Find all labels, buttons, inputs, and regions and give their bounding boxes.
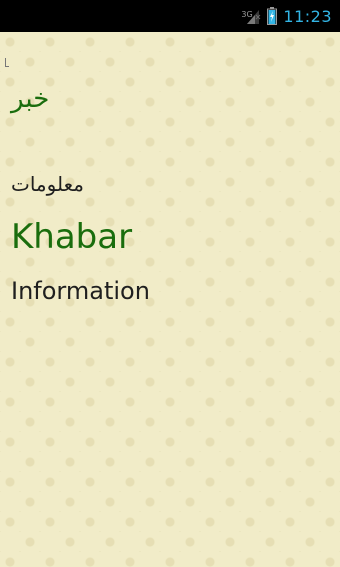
status-clock: 11:23: [283, 6, 332, 26]
latin-subtitle: Information: [11, 277, 150, 305]
latin-title: Khabar: [11, 217, 133, 257]
network-type-label: 3G: [241, 10, 253, 19]
arabic-subtitle: معلومات: [11, 172, 84, 196]
cellular-signal-icon: 3G: [241, 6, 261, 26]
arabic-title: خبر: [11, 84, 50, 114]
battery-charging-icon: [267, 7, 278, 25]
corner-mark: [5, 58, 9, 67]
status-icons: 3G 11:23: [241, 0, 332, 32]
status-bar: 3G 11:23: [0, 0, 340, 32]
content-area: خبر معلومات Khabar Information: [0, 32, 340, 567]
